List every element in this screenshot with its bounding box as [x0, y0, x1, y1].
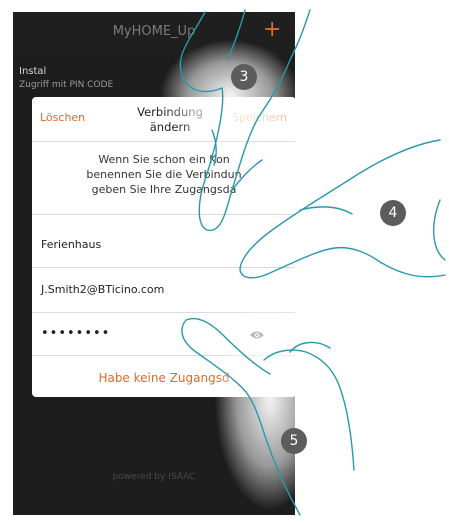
eye-icon[interactable]	[249, 330, 265, 340]
app-header: MyHOME_Up +	[13, 12, 295, 56]
dialog-title-line1: Verbindung	[137, 105, 203, 119]
message-line3: geben Sie Ihre Zugangsda	[91, 183, 237, 196]
dialog-title: Verbindung ändern	[120, 105, 220, 135]
divider	[32, 355, 295, 356]
plus-icon[interactable]: +	[263, 18, 281, 42]
step-4-badge: 4	[380, 200, 406, 226]
divider	[32, 312, 295, 313]
finger-line	[432, 199, 446, 261]
footer-text: powered by ISAAC	[112, 472, 196, 482]
dialog-message: Wenn Sie schon ein Kon benennen Sie die …	[42, 152, 286, 197]
connection-name-field[interactable]: Ferienhaus	[41, 238, 101, 251]
delete-button[interactable]: Löschen	[40, 111, 85, 124]
phone-screen: MyHOME_Up + Instal Zugriff mit PIN CODE …	[13, 12, 295, 515]
divider	[32, 214, 295, 215]
password-field[interactable]: ••••••••	[41, 326, 110, 341]
dialog-title-line2: ändern	[149, 120, 191, 134]
installation-subtitle: Zugriff mit PIN CODE	[19, 80, 114, 90]
installation-title: Instal	[19, 66, 47, 77]
app-title: MyHOME_Up	[112, 24, 196, 39]
no-access-data-link[interactable]: Habe keine Zugangsd	[32, 371, 295, 385]
step-3-badge: 3	[231, 64, 257, 90]
divider	[32, 267, 295, 268]
header-divider	[32, 141, 295, 142]
save-button[interactable]: Speichern	[232, 111, 287, 124]
dialog-header: Löschen Verbindung ändern Speichern	[32, 97, 295, 141]
finger-line	[299, 206, 353, 215]
email-field[interactable]: J.Smith2@BTicino.com	[41, 283, 164, 296]
step-5-badge: 5	[281, 428, 307, 454]
edit-connection-dialog: Löschen Verbindung ändern Speichern Wenn…	[32, 97, 295, 397]
message-line2: benennen Sie die Verbindun	[86, 168, 242, 181]
finger-line	[289, 341, 331, 353]
message-line1: Wenn Sie schon ein Kon	[98, 153, 230, 166]
